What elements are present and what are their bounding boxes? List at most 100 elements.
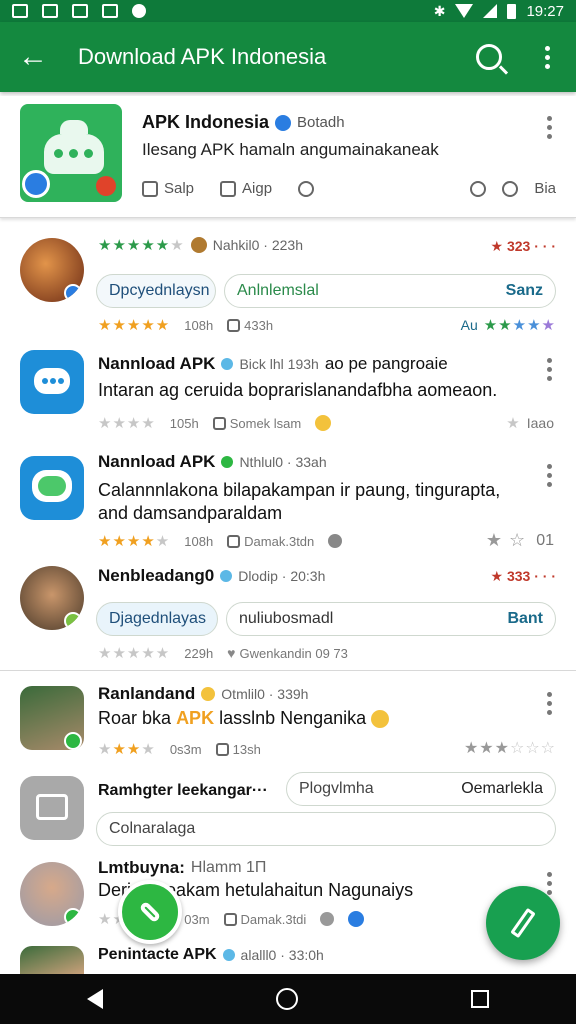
input-value: Colnaralaga [109, 820, 196, 837]
globe-icon[interactable] [502, 180, 519, 197]
footer-stars: ★★★★★ [98, 645, 171, 662]
list-item[interactable]: Nannload APK Bick lhl 193h ao pe pangroa… [0, 342, 576, 450]
verified-icon [275, 114, 292, 131]
list-item[interactable]: Nenbleadang0 Dlodip · 20:3h ★ 333 · · · … [0, 566, 576, 670]
input-value: Anlnlemslal [237, 282, 319, 299]
avatar[interactable] [20, 686, 84, 750]
footer-right-stars: ★ [506, 415, 521, 432]
list-item[interactable]: Ramhgter leekangar··· Plogvlmha Oemarlekl… [0, 772, 576, 858]
footer-count: Gwenkandin 09 73 [239, 645, 348, 661]
item-footer: ★★★★★ 108h 433h [98, 316, 273, 334]
thumb-icon[interactable] [223, 912, 237, 926]
signal-icon [483, 4, 498, 18]
list-item[interactable]: Penintacte APK alalll0 · 33:0h [0, 946, 576, 974]
avatar[interactable] [20, 566, 84, 630]
more-vert-icon [547, 358, 552, 381]
rank-value: 333 · · · [506, 568, 556, 584]
featured-right-label: Bia [534, 180, 556, 197]
mini-avatar [190, 237, 207, 253]
item-meta: Nahkil0 · 223h [212, 237, 303, 253]
item-more-button[interactable] [547, 692, 552, 715]
verified-icon [64, 732, 82, 750]
footer-time: 108h [184, 317, 214, 333]
thumb-icon[interactable] [227, 318, 241, 332]
search-button[interactable] [460, 44, 518, 70]
avatar[interactable] [20, 946, 84, 974]
status-bar: ✱ 19:27 [0, 0, 576, 22]
item-footer: ★★★★★ 108h Damak.3tdn [98, 532, 343, 550]
item-title-row: Ranlandand Otmlil0 · 339h [98, 684, 308, 704]
footer-time: 03m [184, 911, 210, 927]
item-more-button[interactable] [547, 464, 552, 487]
desc-prefix: Roar bka [98, 708, 172, 728]
item-description-2: and damsandparaldam [98, 503, 283, 523]
compass-icon[interactable] [470, 180, 487, 197]
chip-label: Djagednlayas [109, 610, 206, 627]
item-meta: Hlamm 1П [190, 859, 267, 876]
item-more-button[interactable] [547, 872, 552, 895]
like-action[interactable]: Salp [142, 180, 194, 197]
swirl-badge-icon [22, 170, 50, 198]
featured-title: APK Indonesia [142, 112, 270, 132]
verified-icon [221, 456, 234, 468]
nav-back-icon[interactable] [86, 989, 103, 1009]
item-more-button[interactable] [547, 358, 552, 381]
app-icon[interactable] [20, 456, 84, 520]
verified-icon [348, 911, 365, 927]
avatar[interactable] [20, 238, 84, 302]
clock: 19:27 [526, 2, 564, 20]
page-title: Download APK Indonesia [78, 44, 327, 69]
category-chip[interactable]: Djagednlayas [96, 602, 218, 636]
thumb-icon[interactable] [227, 534, 241, 548]
item-footer: ★★★★ 0s3m 13sh [98, 740, 261, 758]
item-description: Calannnlakona bilapakampan ir paung, tin… [98, 480, 501, 500]
compose-fab[interactable] [486, 886, 560, 960]
stats-action[interactable] [298, 180, 315, 197]
whatsapp-icon[interactable] [118, 880, 182, 944]
app-icon[interactable] [20, 776, 84, 840]
list-item[interactable]: Ranlandand Otmlil0 · 339h Roar bka APK l… [0, 678, 576, 764]
thumb-icon[interactable] [212, 416, 226, 430]
item-meta: Otmlil0 · 339h [221, 686, 309, 702]
wifi-icon [455, 4, 474, 18]
item-meta: Dlodip · 20:3h [238, 568, 326, 584]
footer-count: 433h [244, 317, 274, 333]
footer-right-label: Au [460, 317, 478, 333]
nav-home-icon[interactable] [275, 988, 298, 1010]
nav-recents-icon[interactable] [471, 990, 490, 1008]
arrow-back-icon[interactable]: ← [0, 42, 66, 72]
avatar[interactable] [20, 862, 84, 926]
chart-icon [72, 4, 88, 18]
verified-icon [222, 949, 235, 961]
text-field[interactable]: Colnaralaga [96, 812, 556, 846]
thumb-icon[interactable] [215, 742, 229, 756]
list-item[interactable]: ★★★★★★ Nahkil0 · 223h ★ 323 · · · Dpcyed… [0, 226, 576, 338]
footer-right: ★ Iaao [506, 414, 554, 432]
item-input-field[interactable]: nuliubosmadl Bant [226, 602, 556, 636]
comment-action[interactable]: Aigp [220, 180, 272, 197]
color-stars: ★★★★★ [483, 317, 556, 334]
app-icon[interactable] [20, 104, 122, 202]
rating-stars: ★★★★★★ [98, 237, 185, 254]
heart-icon[interactable]: ♥ [227, 645, 235, 661]
chat-bubble-icon [34, 368, 70, 394]
desc-highlight: APK [176, 708, 215, 728]
footer-stars: ★★★★ [98, 415, 156, 432]
featured-more-button[interactable] [547, 116, 552, 139]
more-button[interactable] [518, 45, 576, 69]
category-chip[interactable]: Dpcyednlaysn [96, 274, 216, 308]
input-value: Plogvlmha [299, 780, 374, 797]
footer-count: Somek lsam [229, 415, 302, 431]
rank-value: 323 · · · [506, 238, 556, 254]
phone-icon [138, 900, 162, 924]
app-bar: ← Download APK Indonesia [0, 22, 576, 92]
footer-time: 0s3m [169, 741, 202, 757]
featured-card[interactable]: APK Indonesia Botadh Ilesang APK hamaln … [0, 96, 576, 218]
app-icon[interactable] [20, 350, 84, 414]
item-input-field[interactable]: Anlnlemslal Sanz [224, 274, 556, 308]
rank-badge: ★ 333 · · · [490, 568, 556, 584]
list-item[interactable]: Nannload APK Nthlul0 · 33ah Calannnlakon… [0, 452, 576, 564]
item-meta: Nthlul0 · 33ah [239, 454, 327, 470]
item-description: Roar bka APK lasslnb Nenganika [98, 708, 390, 729]
search-field[interactable]: Plogvlmha Oemarlekla [286, 772, 556, 806]
